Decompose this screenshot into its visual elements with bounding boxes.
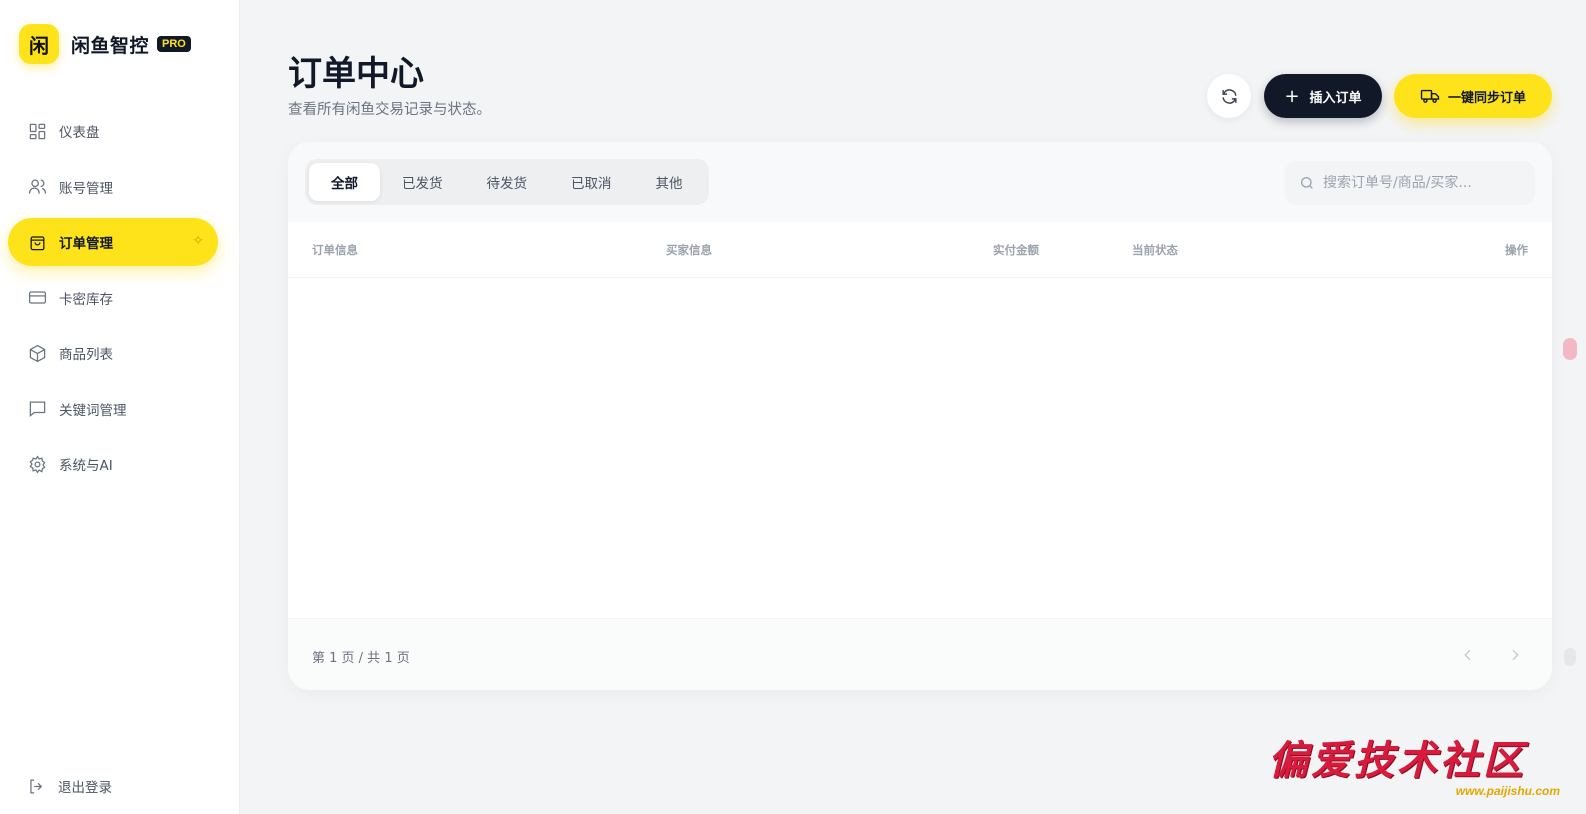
sidebar-item-orders[interactable]: 订单管理 ✧ bbox=[8, 218, 218, 266]
column-paid-amount[interactable]: 实付金额 bbox=[993, 242, 1039, 258]
brand[interactable]: 闲 闲鱼智控 PRO bbox=[19, 24, 191, 64]
sidebar-item-label: 卡密库存 bbox=[59, 291, 113, 308]
sync-orders-button[interactable]: 一键同步订单 bbox=[1394, 74, 1552, 118]
box-icon bbox=[27, 343, 47, 363]
column-buyer-info[interactable]: 买家信息 bbox=[666, 242, 712, 258]
chat-icon bbox=[27, 399, 47, 419]
sidebar-item-system-ai[interactable]: 系统与AI bbox=[8, 440, 218, 488]
sidebar-item-dashboard[interactable]: 仪表盘 bbox=[8, 107, 218, 155]
search-icon bbox=[1301, 177, 1313, 189]
column-status[interactable]: 当前状态 bbox=[1132, 242, 1178, 258]
sidebar-item-accounts[interactable]: 账号管理 bbox=[8, 163, 218, 211]
sidebar-item-keywords[interactable]: 关键词管理 bbox=[8, 385, 218, 433]
tab-shipped[interactable]: 已发货 bbox=[380, 163, 465, 201]
watermark-url: www.paijishu.com bbox=[1455, 784, 1560, 798]
edge-widget-secondary[interactable] bbox=[1564, 648, 1576, 666]
tab-other[interactable]: 其他 bbox=[634, 163, 705, 201]
card-toolbar: 全部 已发货 待发货 已取消 其他 bbox=[288, 142, 1552, 222]
users-icon bbox=[27, 177, 47, 197]
prev-page-button[interactable] bbox=[1448, 635, 1488, 675]
sidebar-nav: 仪表盘 账号管理 订单管理 ✧ 卡密库存 商品列表 关键词管理 系统与AI bbox=[8, 107, 218, 496]
search-input[interactable] bbox=[1323, 175, 1513, 191]
credit-card-icon bbox=[27, 288, 47, 308]
sidebar-item-card-inventory[interactable]: 卡密库存 bbox=[8, 274, 218, 322]
tab-all[interactable]: 全部 bbox=[309, 163, 380, 201]
tab-pending-shipment[interactable]: 待发货 bbox=[465, 163, 550, 201]
truck-icon bbox=[1420, 89, 1440, 103]
column-actions: 操作 bbox=[1505, 243, 1528, 257]
insert-order-label: 插入订单 bbox=[1309, 90, 1362, 106]
shopping-bag-icon bbox=[27, 232, 47, 252]
insert-order-button[interactable]: + 插入订单 bbox=[1264, 74, 1382, 118]
tab-cancelled[interactable]: 已取消 bbox=[549, 163, 634, 201]
search-box bbox=[1285, 161, 1535, 205]
pro-badge: PRO bbox=[157, 36, 191, 52]
pagination-bar: 第 1 页 / 共 1 页 bbox=[288, 618, 1552, 690]
sparkle-icon: ✧ bbox=[192, 233, 204, 249]
sidebar-item-label: 关键词管理 bbox=[59, 402, 127, 419]
watermark: 偏爱技术社区 www.paijishu.com bbox=[1268, 728, 1568, 798]
refresh-icon bbox=[1221, 88, 1237, 104]
sidebar-item-label: 账号管理 bbox=[59, 180, 113, 197]
orders-card: 全部 已发货 待发货 已取消 其他 订单信息 买家信息 实付金额 当前状态 操作… bbox=[288, 142, 1552, 690]
next-page-button[interactable] bbox=[1495, 635, 1535, 675]
refresh-button[interactable] bbox=[1207, 74, 1251, 118]
page-info: 第 1 页 / 共 1 页 bbox=[312, 651, 410, 666]
page-subtitle: 查看所有闲鱼交易记录与状态。 bbox=[288, 102, 491, 118]
column-order-info[interactable]: 订单信息 bbox=[312, 242, 358, 258]
brand-name: 闲鱼智控 bbox=[71, 34, 150, 57]
sidebar-item-label: 仪表盘 bbox=[59, 125, 100, 141]
chevron-right-icon bbox=[1512, 649, 1519, 661]
sidebar-item-products[interactable]: 商品列表 bbox=[8, 329, 218, 377]
logout-label: 退出登录 bbox=[58, 780, 112, 796]
logout-button[interactable]: 退出登录 bbox=[27, 776, 112, 796]
table-body bbox=[288, 278, 1552, 618]
sidebar-item-label: 系统与AI bbox=[59, 458, 113, 474]
table-header: 订单信息 买家信息 实付金额 当前状态 操作 bbox=[288, 222, 1552, 278]
watermark-text: 偏爱技术社区 bbox=[1268, 737, 1526, 784]
status-tabs: 全部 已发货 待发货 已取消 其他 bbox=[305, 159, 709, 205]
sync-orders-label: 一键同步订单 bbox=[1447, 90, 1526, 106]
sidebar: 闲 闲鱼智控 PRO 仪表盘 账号管理 订单管理 ✧ 卡密库存 商品列表 关键词… bbox=[0, 0, 240, 814]
edge-widget[interactable] bbox=[1563, 338, 1577, 360]
brand-logo: 闲 bbox=[19, 24, 59, 64]
page-title: 订单中心 bbox=[288, 54, 424, 94]
chevron-left-icon bbox=[1464, 649, 1471, 661]
dashboard-icon bbox=[27, 121, 47, 141]
logout-icon bbox=[30, 779, 43, 793]
plus-icon: + bbox=[1284, 85, 1300, 107]
sidebar-item-label: 订单管理 bbox=[59, 236, 113, 252]
gear-icon bbox=[27, 454, 47, 474]
sidebar-item-label: 商品列表 bbox=[59, 347, 113, 363]
